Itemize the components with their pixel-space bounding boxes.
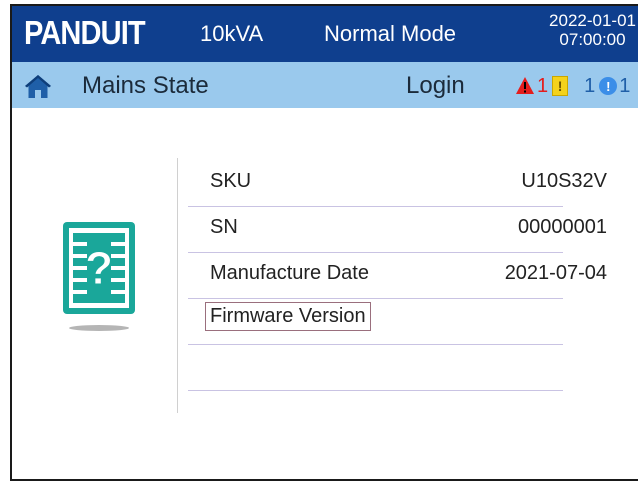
- operating-mode: Normal Mode: [324, 21, 457, 46]
- info-panel: ? SKU U10S32V SN 00000001 Manufacture Da…: [12, 108, 638, 479]
- warning-alarm-count: 1: [584, 74, 596, 97]
- info-row-empty: [188, 344, 563, 391]
- row-value: 2021-07-04: [504, 262, 607, 284]
- info-row-sn: SN 00000001: [188, 206, 607, 253]
- date-text: 2022-01-01: [549, 11, 636, 30]
- time-text: 07:00:00: [559, 30, 626, 49]
- row-label: SKU: [210, 170, 252, 192]
- login-button[interactable]: Login: [406, 72, 465, 100]
- status-header: PANDUIT 10kVA Normal Mode 2022-01-01 07:…: [12, 6, 638, 62]
- firmware-version-label[interactable]: Firmware Version: [205, 302, 371, 331]
- info-alarm-icon: !: [599, 77, 618, 95]
- home-icon[interactable]: [24, 73, 52, 99]
- power-rating: 10kVA: [200, 21, 264, 46]
- warning-alarm-icon: !: [552, 76, 569, 96]
- vertical-divider: [177, 158, 178, 413]
- navigation-bar: Mains State Login 1 ! 1 ! 1: [12, 62, 638, 108]
- device-screen: PANDUIT 10kVA Normal Mode 2022-01-01 07:…: [10, 4, 638, 481]
- info-row-sku: SKU U10S32V: [188, 160, 607, 207]
- brand-logo: PANDUIT: [24, 14, 146, 51]
- row-label: Manufacture Date: [210, 262, 369, 284]
- row-value: 00000001: [518, 216, 607, 238]
- critical-alarm-icon: [516, 77, 534, 94]
- row-value: U10S32V: [521, 170, 607, 192]
- page-title: Mains State: [82, 72, 209, 99]
- datetime: 2022-01-01 07:00:00: [549, 11, 636, 49]
- info-row-manufacture-date: Manufacture Date 2021-07-04: [188, 252, 607, 299]
- info-alarm-count: 1: [619, 74, 631, 97]
- svg-text:?: ?: [85, 242, 113, 294]
- question-document-icon: ?: [63, 222, 135, 331]
- critical-alarm-count: 1: [537, 74, 549, 97]
- info-row-firmware-version[interactable]: Firmware Version: [188, 298, 563, 345]
- alarm-summary[interactable]: 1 ! 1 ! 1: [515, 74, 630, 98]
- row-label: SN: [210, 216, 238, 238]
